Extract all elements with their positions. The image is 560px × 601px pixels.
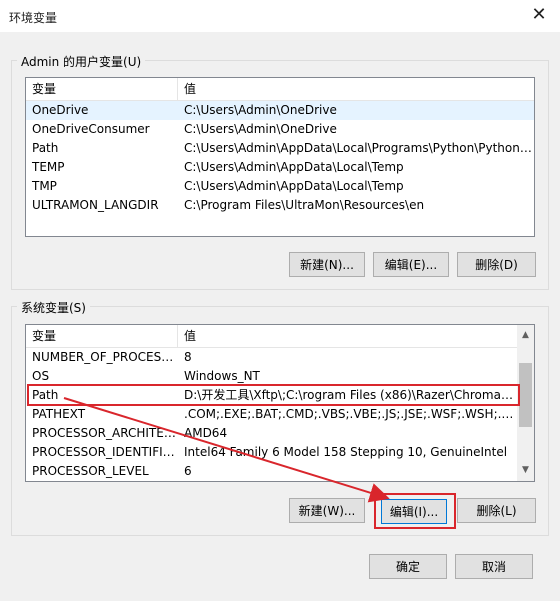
- variable-name-cell: ULTRAMON_LANGDIR: [32, 198, 159, 212]
- table-row[interactable]: PROCESSOR_LEVEL 6: [26, 462, 518, 481]
- column-header-variable[interactable]: 变量: [26, 78, 178, 100]
- user-edit-button[interactable]: 编辑(E)...: [373, 252, 449, 277]
- column-header-value[interactable]: 值: [178, 325, 518, 347]
- close-icon[interactable]: ✕: [528, 4, 550, 26]
- variable-name-cell: PROCESSOR_ARCHITECT...: [32, 426, 178, 440]
- variable-name-cell: PATHEXT: [32, 407, 86, 421]
- scroll-down-icon[interactable]: ▼: [517, 462, 534, 479]
- variable-value-cell: 8: [184, 350, 192, 364]
- variable-name-cell: NUMBER_OF_PROCESSORS: [32, 350, 178, 364]
- table-row[interactable]: OneDriveConsumer C:\Users\Admin\OneDrive: [26, 120, 534, 139]
- variable-value-cell: Intel64 Family 6 Model 158 Stepping 10, …: [184, 445, 508, 459]
- edit-button-highlight-box: [374, 493, 456, 529]
- table-row[interactable]: Path C:\Users\Admin\AppData\Local\Program…: [26, 139, 534, 158]
- system-new-button[interactable]: 新建(W)...: [289, 498, 365, 523]
- user-list-header: 变量 值: [26, 78, 534, 101]
- variable-value-cell: .COM;.EXE;.BAT;.CMD;.VBS;.VBE;.JS;.JSE;.…: [184, 407, 518, 421]
- user-delete-button[interactable]: 删除(D): [457, 252, 536, 277]
- user-variables-list[interactable]: 变量 值 OneDrive C:\Users\Admin\OneDrive OneD…: [25, 77, 535, 237]
- system-delete-button[interactable]: 删除(L): [457, 498, 536, 523]
- user-new-button[interactable]: 新建(N)...: [289, 252, 365, 277]
- variable-value-cell: C:\Users\Admin\OneDrive: [184, 122, 337, 136]
- title-bar: 环境变量 ✕: [0, 0, 560, 32]
- table-row[interactable]: TMP C:\Users\Admin\AppData\Local\Temp: [26, 177, 534, 196]
- system-list-header: 变量 值: [26, 325, 534, 348]
- variable-value-cell: C:\Users\Admin\AppData\Local\Programs\Py…: [184, 141, 534, 155]
- variable-value-cell: 6: [184, 464, 192, 478]
- variable-value-cell: C:\Users\Admin\OneDrive: [184, 103, 337, 117]
- scroll-thumb[interactable]: [519, 363, 532, 427]
- variable-name-cell: OneDriveConsumer: [32, 122, 150, 136]
- variable-value-cell: C:\Users\Admin\AppData\Local\Temp: [184, 179, 404, 193]
- variable-name-cell: TEMP: [32, 160, 65, 174]
- variable-value-cell: C:\Users\Admin\AppData\Local\Temp: [184, 160, 404, 174]
- table-row[interactable]: PROCESSOR_IDENTIFIER Intel64 Family 6 Mod…: [26, 443, 518, 462]
- variable-value-cell: AMD64: [184, 426, 228, 440]
- table-row[interactable]: ULTRAMON_LANGDIR C:\Program Files\UltraMo…: [26, 196, 534, 215]
- table-row[interactable]: TEMP C:\Users\Admin\AppData\Local\Temp: [26, 158, 534, 177]
- window-title: 环境变量: [9, 11, 58, 25]
- table-row[interactable]: PROCESSOR_ARCHITECT... AMD64: [26, 424, 518, 443]
- ok-button[interactable]: 确定: [369, 554, 447, 579]
- table-row[interactable]: NUMBER_OF_PROCESSORS 8: [26, 348, 518, 367]
- variable-name-cell: TMP: [32, 179, 57, 193]
- column-header-value[interactable]: 值: [178, 78, 534, 100]
- system-variables-label: 系统变量(S): [17, 299, 90, 316]
- scroll-up-icon[interactable]: ▲: [517, 327, 534, 344]
- variable-name-cell: PROCESSOR_IDENTIFIER: [32, 445, 178, 459]
- column-header-variable[interactable]: 变量: [26, 325, 178, 347]
- variable-name-cell: OneDrive: [32, 103, 89, 117]
- variable-name-cell: PROCESSOR_LEVEL: [32, 464, 149, 478]
- user-variables-label: Admin 的用户变量(U): [17, 53, 146, 70]
- table-row[interactable]: PATHEXT .COM;.EXE;.BAT;.CMD;.VBS;.VBE;.JS…: [26, 405, 518, 424]
- variable-value-cell: C:\Program Files\UltraMon\Resources\en: [184, 198, 425, 212]
- cancel-button[interactable]: 取消: [455, 554, 533, 579]
- table-row[interactable]: OneDrive C:\Users\Admin\OneDrive: [26, 101, 534, 120]
- variable-name-cell: Path: [32, 141, 59, 155]
- path-row-highlight-box: [27, 384, 520, 406]
